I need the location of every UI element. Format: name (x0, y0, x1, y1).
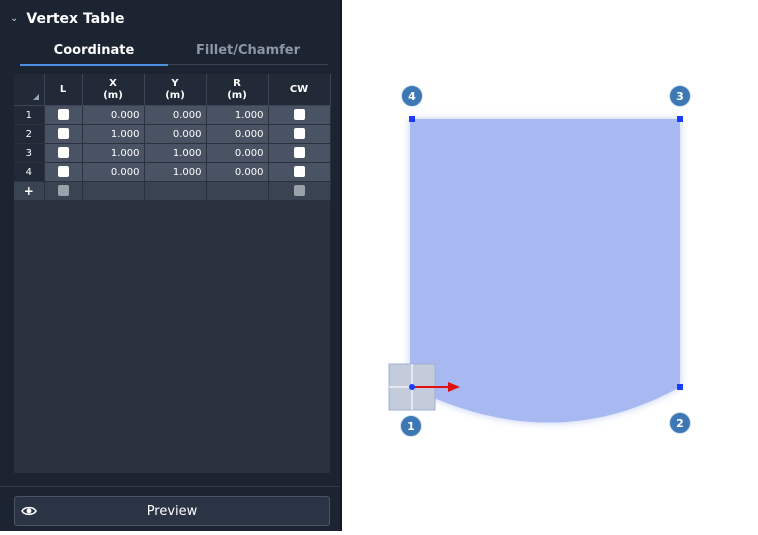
vertex-badge-4[interactable]: 4 (401, 85, 423, 107)
column-header-cw[interactable]: CW (268, 74, 331, 106)
vertex-handle-3[interactable] (677, 116, 683, 122)
preview-label: Preview (146, 503, 198, 519)
y-cell[interactable]: 1.000 (144, 162, 207, 182)
column-r-unit: (m) (227, 89, 247, 101)
vertex-badge-2[interactable]: 2 (669, 412, 691, 434)
select-all-corner[interactable] (14, 74, 45, 106)
column-header-y[interactable]: Y (m) (144, 74, 207, 106)
cw-checkbox[interactable] (293, 147, 305, 159)
vertex-table: L X (m) Y (m) R (m) CW 1 0.000 0.000 1.000 (14, 74, 331, 201)
vertex-badge-3[interactable]: 3 (669, 85, 691, 107)
r-cell[interactable]: 0.000 (206, 162, 269, 182)
new-l-checkbox[interactable] (57, 185, 69, 197)
l-checkbox[interactable] (57, 147, 69, 159)
sort-corner-icon (32, 94, 39, 100)
r-cell[interactable]: 0.000 (206, 124, 269, 144)
vertex-table-panel: ⌄ Vertex Table Coordinate Fillet/Chamfer… (0, 0, 340, 531)
vertex-badge-1[interactable]: 1 (400, 415, 422, 437)
viewport-3d[interactable]: 1 2 3 4 (342, 0, 758, 531)
new-x-cell[interactable] (82, 181, 145, 201)
tab-coordinate[interactable]: Coordinate (20, 40, 168, 66)
column-x-label: X (109, 77, 117, 89)
y-cell[interactable]: 1.000 (144, 143, 207, 163)
column-x-unit: (m) (103, 89, 123, 101)
r-cell[interactable]: 1.000 (206, 105, 269, 125)
column-cw-label: CW (289, 83, 309, 95)
new-r-cell[interactable] (206, 181, 269, 201)
cw-checkbox[interactable] (293, 128, 305, 140)
column-header-l[interactable]: L (44, 74, 83, 106)
new-l-cell[interactable] (44, 181, 83, 201)
new-cw-checkbox[interactable] (293, 185, 305, 197)
y-cell[interactable]: 0.000 (144, 105, 207, 125)
table-row[interactable]: 2 1.000 0.000 0.000 (14, 124, 331, 144)
row-number[interactable]: 3 (14, 143, 45, 163)
cw-checkbox[interactable] (293, 166, 305, 178)
x-cell[interactable]: 1.000 (82, 143, 145, 163)
cw-cell[interactable] (268, 143, 331, 163)
vertex-handle-2[interactable] (677, 384, 683, 390)
l-cell[interactable] (44, 124, 83, 144)
cw-checkbox[interactable] (293, 109, 305, 121)
x-cell[interactable]: 1.000 (82, 124, 145, 144)
r-cell[interactable]: 0.000 (206, 143, 269, 163)
panel-title: Vertex Table (26, 11, 125, 27)
l-checkbox[interactable] (57, 128, 69, 140)
column-l-label: L (59, 83, 67, 95)
vertex-handle-4[interactable] (409, 116, 415, 122)
column-r-label: R (233, 77, 241, 89)
x-cell[interactable]: 0.000 (82, 105, 145, 125)
new-cw-cell[interactable] (268, 181, 331, 201)
chevron-down-icon[interactable]: ⌄ (10, 13, 18, 24)
column-header-r[interactable]: R (m) (206, 74, 269, 106)
new-y-cell[interactable] (144, 181, 207, 201)
add-row[interactable]: + (14, 181, 331, 201)
cw-cell[interactable] (268, 124, 331, 144)
polygon-shape[interactable] (410, 119, 680, 423)
x-cell[interactable]: 0.000 (82, 162, 145, 182)
l-cell[interactable] (44, 105, 83, 125)
row-number[interactable]: 1 (14, 105, 45, 125)
cw-cell[interactable] (268, 105, 331, 125)
tab-fillet-chamfer[interactable]: Fillet/Chamfer (168, 40, 328, 65)
row-number[interactable]: 2 (14, 124, 45, 144)
panel-header[interactable]: ⌄ Vertex Table (10, 8, 124, 30)
column-header-x[interactable]: X (m) (82, 74, 145, 106)
table-row[interactable]: 3 1.000 1.000 0.000 (14, 143, 331, 163)
y-cell[interactable]: 0.000 (144, 124, 207, 144)
row-number[interactable]: 4 (14, 162, 45, 182)
viewport-canvas[interactable] (342, 0, 758, 531)
l-checkbox[interactable] (57, 166, 69, 178)
column-y-label: Y (171, 77, 179, 89)
table-row[interactable]: 1 0.000 0.000 1.000 (14, 105, 331, 125)
l-cell[interactable] (44, 143, 83, 163)
l-checkbox[interactable] (57, 109, 69, 121)
vertex-handle-1[interactable] (409, 384, 415, 390)
tab-bar: Coordinate Fillet/Chamfer (20, 40, 328, 66)
eye-icon (21, 506, 37, 516)
table-header-row: L X (m) Y (m) R (m) CW (14, 74, 331, 106)
vertex-grid: L X (m) Y (m) R (m) CW 1 0.000 0.000 1.000 (14, 74, 331, 473)
preview-button[interactable]: Preview (14, 496, 330, 526)
column-y-unit: (m) (165, 89, 185, 101)
l-cell[interactable] (44, 162, 83, 182)
cw-cell[interactable] (268, 162, 331, 182)
add-row-plus-icon[interactable]: + (14, 181, 45, 201)
footer-divider (0, 486, 340, 487)
table-row[interactable]: 4 0.000 1.000 0.000 (14, 162, 331, 182)
